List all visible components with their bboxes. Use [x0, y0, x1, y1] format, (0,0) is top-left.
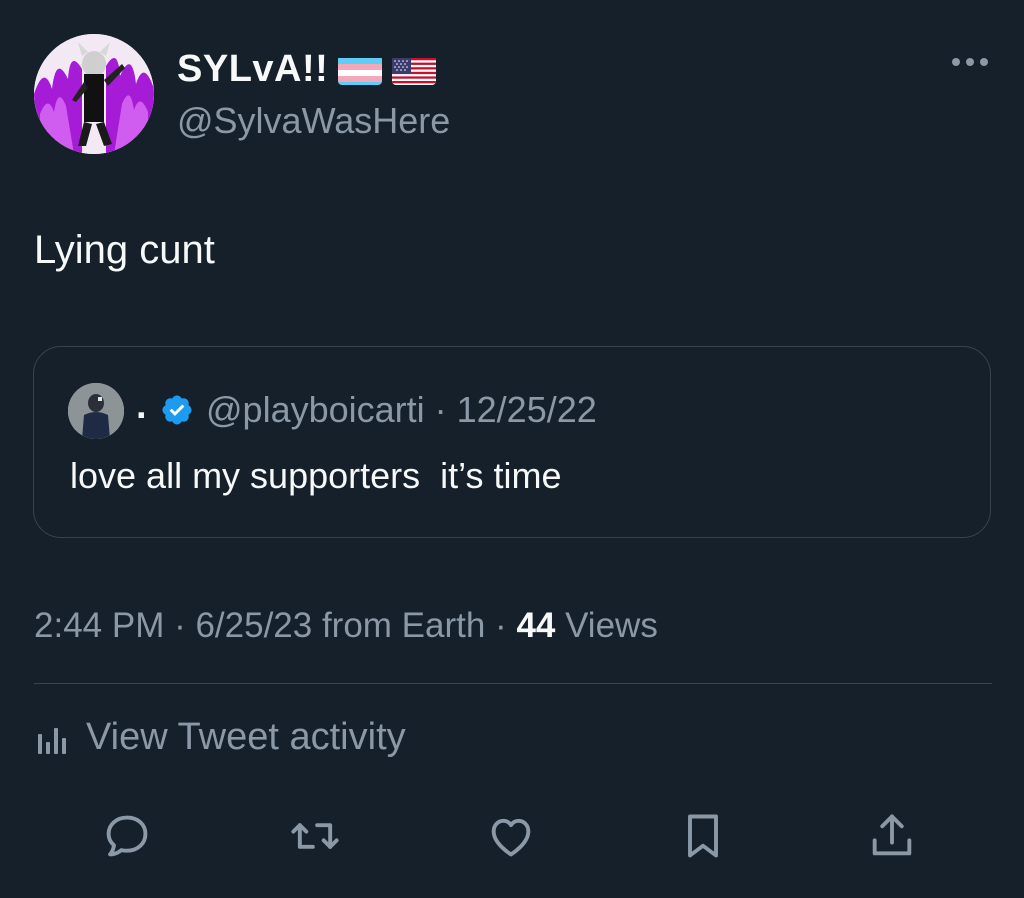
quoted-author-avatar[interactable] [68, 383, 124, 439]
dot [952, 58, 960, 66]
tweet-time[interactable]: 2:44 PM · 6/25/23 from Earth · [34, 606, 516, 645]
views-label: Views [555, 606, 658, 645]
retweet-icon[interactable] [289, 810, 341, 862]
share-icon[interactable] [866, 810, 918, 862]
tweet-detail: SYLvA!! @SylvaWasHere Lying cunt . @play… [0, 0, 1024, 898]
view-tweet-activity-button[interactable]: View Tweet activity [34, 716, 406, 759]
quoted-handle-date: @playboicarti · 12/25/22 [206, 389, 597, 430]
display-name-text: SYLvA!! [177, 48, 329, 90]
us-flag-icon [392, 55, 437, 85]
quoted-author-name[interactable]: . [136, 385, 147, 428]
activity-label: View Tweet activity [86, 716, 406, 758]
reply-icon[interactable] [101, 810, 153, 862]
tweet-timestamp-row: 2:44 PM · 6/25/23 from Earth · 44 Views [34, 606, 658, 646]
author-avatar[interactable] [34, 34, 154, 154]
dot [966, 58, 974, 66]
more-options-icon[interactable] [952, 58, 988, 66]
quoted-avatar-image [68, 383, 124, 439]
avatar-image [34, 34, 154, 154]
author-handle[interactable]: @SylvaWasHere [177, 100, 450, 142]
quoted-tweet-text: love all my supporters it’s time [70, 455, 562, 496]
views-count: 44 [516, 606, 556, 645]
transgender-flag-icon [338, 55, 383, 85]
dot [980, 58, 988, 66]
analytics-icon [38, 727, 66, 754]
tweet-text: Lying cunt [34, 228, 215, 272]
bookmark-icon[interactable] [677, 810, 729, 862]
author-display-name[interactable]: SYLvA!! [177, 48, 437, 91]
verified-badge-icon [160, 393, 194, 427]
like-icon[interactable] [485, 810, 537, 862]
quoted-tweet-card[interactable]: . @playboicarti · 12/25/22 love all my s… [33, 346, 991, 538]
divider [34, 683, 992, 684]
